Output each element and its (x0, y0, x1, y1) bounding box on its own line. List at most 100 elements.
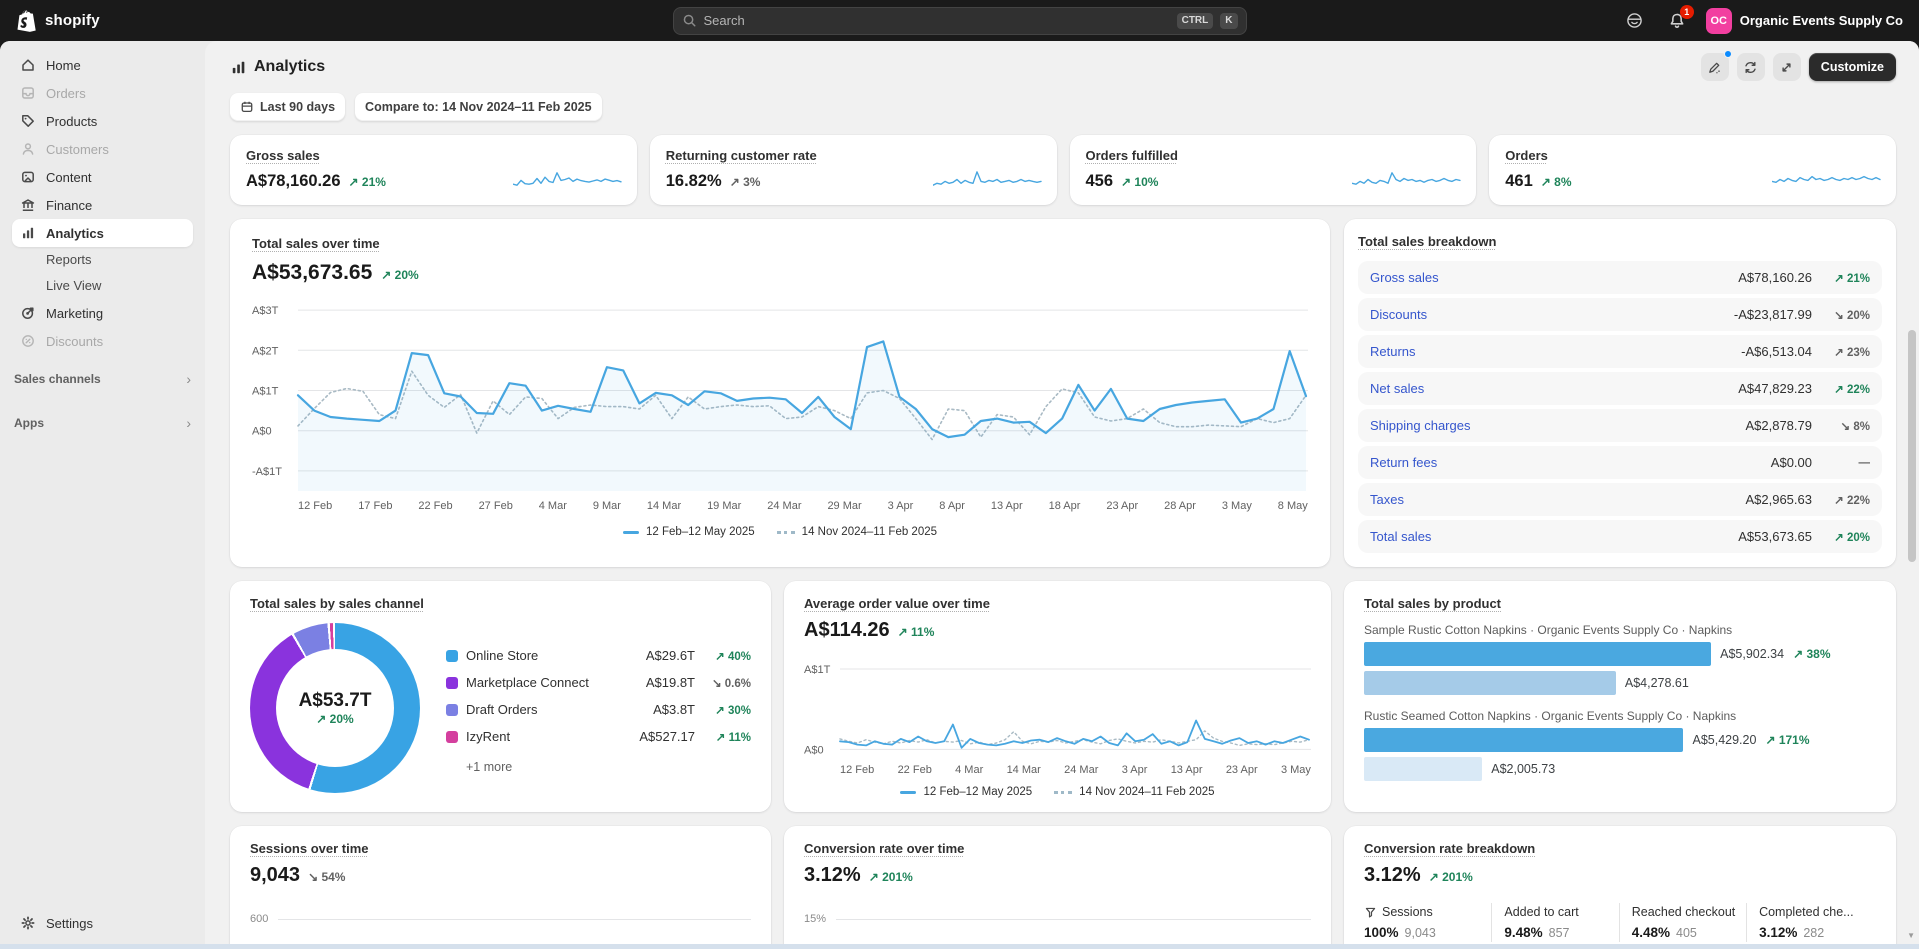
breakdown-link[interactable]: Return fees (1370, 455, 1437, 470)
breakdown-value: A$2,878.79 (1745, 418, 1812, 433)
breakdown-link[interactable]: Taxes (1370, 492, 1404, 507)
conversion-value: 3.12% (804, 864, 861, 887)
scrollbar-down-arrow[interactable]: ▼ (1907, 931, 1915, 940)
kpi-title-link[interactable]: Orders fulfilled (1086, 148, 1178, 163)
breakdown-link[interactable]: Net sales (1370, 381, 1424, 396)
kpi-title-link[interactable]: Returning customer rate (666, 148, 817, 163)
card-title-link[interactable]: Sessions over time (250, 841, 369, 856)
x-axis-tick: 3 May (1222, 500, 1252, 512)
breakdown-value: A$0.00 (1771, 455, 1812, 470)
conversion-rate-over-time-card: Conversion rate over time 3.12% ↗ 201% 1… (784, 826, 1331, 949)
breakdown-link[interactable]: Total sales (1370, 529, 1431, 544)
account-menu[interactable]: OC Organic Events Supply Co (1706, 8, 1903, 34)
shortcut-ctrl-key: CTRL (1177, 13, 1214, 29)
expand-icon (1779, 60, 1794, 75)
sidebar-item-reports[interactable]: Reports (12, 247, 193, 273)
x-axis-tick: 8 May (1278, 500, 1308, 512)
notifications-button[interactable]: 1 (1664, 8, 1690, 34)
customize-button[interactable]: Customize (1809, 53, 1896, 81)
cycle-metrics-button[interactable] (1737, 53, 1765, 81)
sidebar-item-content[interactable]: Content (12, 163, 193, 191)
funnel-step-reached-checkout: Reached checkout 4.48%405 (1619, 903, 1746, 942)
sidebar-section-apps[interactable]: Apps › (12, 415, 193, 431)
analytics-bars-icon (20, 225, 36, 241)
sidebar-item-settings[interactable]: Settings (12, 909, 193, 937)
breakdown-row: Shipping chargesA$2,878.79↘ 8% (1358, 409, 1882, 442)
card-title-link[interactable]: Conversion rate breakdown (1364, 841, 1535, 856)
vertical-scrollbar[interactable] (1908, 330, 1916, 562)
svg-text:A$2T: A$2T (252, 345, 279, 357)
donut-legend: Online StoreA$29.6T↗ 40% Marketplace Con… (446, 642, 751, 774)
sidebar-item-orders[interactable]: Orders (12, 79, 193, 107)
card-title-link[interactable]: Total sales by sales channel (250, 596, 424, 611)
search-input[interactable]: Search CTRL K (673, 7, 1247, 35)
kpi-title-link[interactable]: Orders (1505, 148, 1548, 163)
sidebar-item-products[interactable]: Products (12, 107, 193, 135)
card-title-link[interactable]: Total sales by product (1364, 596, 1501, 611)
sidebar-item-live-view[interactable]: Live View (12, 273, 193, 299)
marketing-target-icon (20, 305, 36, 321)
sidebar-item-analytics[interactable]: Analytics (12, 219, 193, 247)
breakdown-link[interactable]: Shipping charges (1370, 418, 1470, 433)
card-title-link[interactable]: Conversion rate over time (804, 841, 964, 856)
shopify-logo[interactable]: shopify (16, 9, 100, 33)
izyrent-swatch (446, 731, 458, 743)
step-label: Added to cart (1504, 905, 1578, 919)
chart-legend: 12 Feb–12 May 2025 14 Nov 2024–11 Feb 20… (804, 786, 1311, 798)
date-range-filter[interactable]: Last 90 days (230, 93, 345, 121)
breakdown-change: ↗ 22% (1822, 493, 1870, 507)
breakdown-value: A$78,160.26 (1738, 270, 1812, 285)
compare-filter[interactable]: Compare to: 14 Nov 2024–11 Feb 2025 (355, 93, 602, 121)
current-period-bar (1364, 642, 1711, 666)
step-pct: 3.12% (1759, 925, 1797, 940)
breakdown-link[interactable]: Gross sales (1370, 270, 1439, 285)
card-title-link[interactable]: Average order value over time (804, 596, 990, 611)
x-axis-tick: 29 Mar (827, 500, 861, 512)
sidebar-item-label: Finance (46, 198, 92, 213)
legend-label: IzyRent (466, 729, 631, 744)
legend-value: A$3.8T (653, 702, 695, 717)
breakdown-link[interactable]: Discounts (1370, 307, 1427, 322)
average-order-value-card: Average order value over time A$114.26 ↗… (784, 581, 1331, 812)
expand-fullscreen-button[interactable] (1773, 53, 1801, 81)
sidebar-item-home[interactable]: Home (12, 51, 193, 79)
horizontal-scrollbar[interactable] (0, 944, 1919, 949)
sidekick-button[interactable] (1622, 8, 1648, 34)
x-axis-tick: 24 Mar (767, 500, 801, 512)
sidebar-item-marketing[interactable]: Marketing (12, 299, 193, 327)
x-axis-tick: 22 Feb (418, 500, 452, 512)
kpi-card-orders-fulfilled: Orders fulfilled 456 ↗ 10% (1070, 135, 1477, 205)
magic-edit-button[interactable] (1701, 53, 1729, 81)
svg-text:-A$1T: -A$1T (252, 466, 282, 478)
sidebar-item-label: Analytics (46, 226, 104, 241)
bar-change: ↗ 38% (1793, 647, 1830, 661)
notification-count-badge: 1 (1680, 5, 1694, 19)
x-axis-tick: 23 Apr (1226, 764, 1258, 776)
settings-label: Settings (46, 916, 93, 931)
x-axis-tick: 3 Apr (888, 500, 914, 512)
more-channels-link[interactable]: +1 more (446, 760, 751, 774)
date-range-label: Last 90 days (260, 100, 335, 114)
chevron-right-icon: › (186, 371, 191, 387)
breakdown-row: Net salesA$47,829.23↗ 22% (1358, 372, 1882, 405)
kpi-value: 16.82% (666, 172, 722, 191)
sidebar-item-discounts[interactable]: Discounts (12, 327, 193, 355)
sidebar-section-sales-channels[interactable]: Sales channels › (12, 371, 193, 387)
sidebar-item-finance[interactable]: Finance (12, 191, 193, 219)
chevron-right-icon: › (186, 415, 191, 431)
card-title-link[interactable]: Total sales breakdown (1358, 234, 1496, 249)
cycle-icon (1743, 60, 1758, 75)
breakdown-link[interactable]: Returns (1370, 344, 1416, 359)
product-label: Sample Rustic Cotton Napkins · Organic E… (1364, 623, 1876, 637)
x-axis-tick: 3 May (1281, 764, 1311, 776)
sessions-value: 9,043 (250, 864, 300, 887)
kpi-value: 456 (1086, 172, 1114, 191)
breakdown-change: ↗ 23% (1822, 345, 1870, 359)
breakdown-value: -A$6,513.04 (1741, 344, 1812, 359)
app-frame: Home Orders Products Customers Content F… (0, 41, 1919, 949)
card-title-link[interactable]: Total sales over time (252, 236, 380, 251)
x-axis-tick: 22 Feb (898, 764, 932, 776)
kpi-change: ↗ 21% (349, 175, 386, 189)
kpi-title-link[interactable]: Gross sales (246, 148, 320, 163)
sidebar-item-customers[interactable]: Customers (12, 135, 193, 163)
